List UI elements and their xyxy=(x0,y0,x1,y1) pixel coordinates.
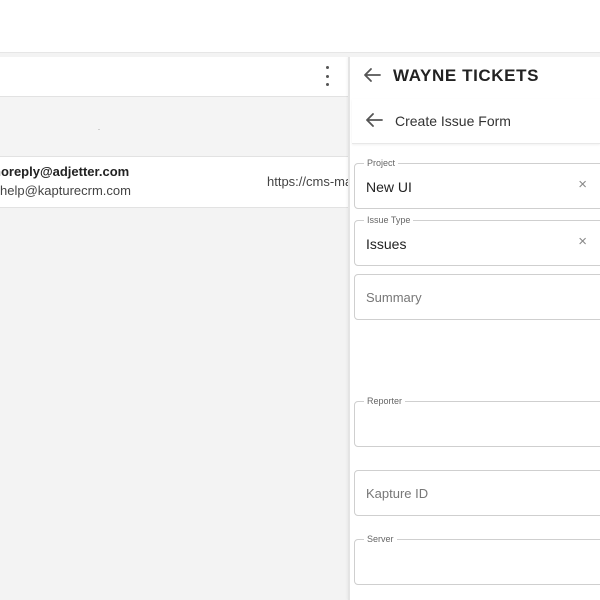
divider xyxy=(98,129,100,130)
project-label: Project xyxy=(364,157,399,169)
panel-title: WAYNE TICKETS xyxy=(393,66,540,85)
issue-type-field[interactable]: Issue Type Issues × xyxy=(354,214,600,266)
project-field[interactable]: Project New UI × xyxy=(354,157,600,209)
row-url: https://cms-ma xyxy=(267,174,348,189)
more-vertical-icon[interactable] xyxy=(324,66,330,86)
side-panel: WAYNE TICKETS Create Issue Form Project … xyxy=(350,57,600,600)
secondary-email: help@kapturecrm.com xyxy=(0,183,131,198)
left-panel: noreply@adjetter.com help@kapturecrm.com… xyxy=(0,57,348,600)
kapture-id-placeholder: Kapture ID xyxy=(366,486,429,501)
project-value: New UI xyxy=(366,179,412,195)
primary-email: noreply@adjetter.com xyxy=(0,164,130,179)
close-icon[interactable]: × xyxy=(578,234,587,250)
form-title: Create Issue Form xyxy=(395,113,511,129)
left-panel-header xyxy=(0,57,348,97)
side-panel-header: WAYNE TICKETS xyxy=(350,57,600,93)
reporter-field[interactable]: Reporter xyxy=(354,395,600,447)
summary-placeholder: Summary xyxy=(366,290,422,305)
arrow-left-icon[interactable] xyxy=(365,112,383,128)
close-icon[interactable]: × xyxy=(578,177,587,193)
form-header: Create Issue Form xyxy=(352,99,600,144)
kapture-id-field[interactable]: Kapture ID xyxy=(354,470,600,516)
server-label: Server xyxy=(364,533,397,545)
email-config-row[interactable]: noreply@adjetter.com help@kapturecrm.com… xyxy=(0,156,348,208)
issue-type-value: Issues xyxy=(366,236,407,252)
server-field[interactable]: Server xyxy=(354,533,600,585)
summary-field[interactable]: Summary xyxy=(354,274,600,320)
arrow-left-icon[interactable] xyxy=(363,67,381,83)
issue-type-label: Issue Type xyxy=(364,214,414,226)
top-bar xyxy=(0,0,600,53)
reporter-label: Reporter xyxy=(364,395,406,407)
left-panel-subheader xyxy=(0,97,348,156)
